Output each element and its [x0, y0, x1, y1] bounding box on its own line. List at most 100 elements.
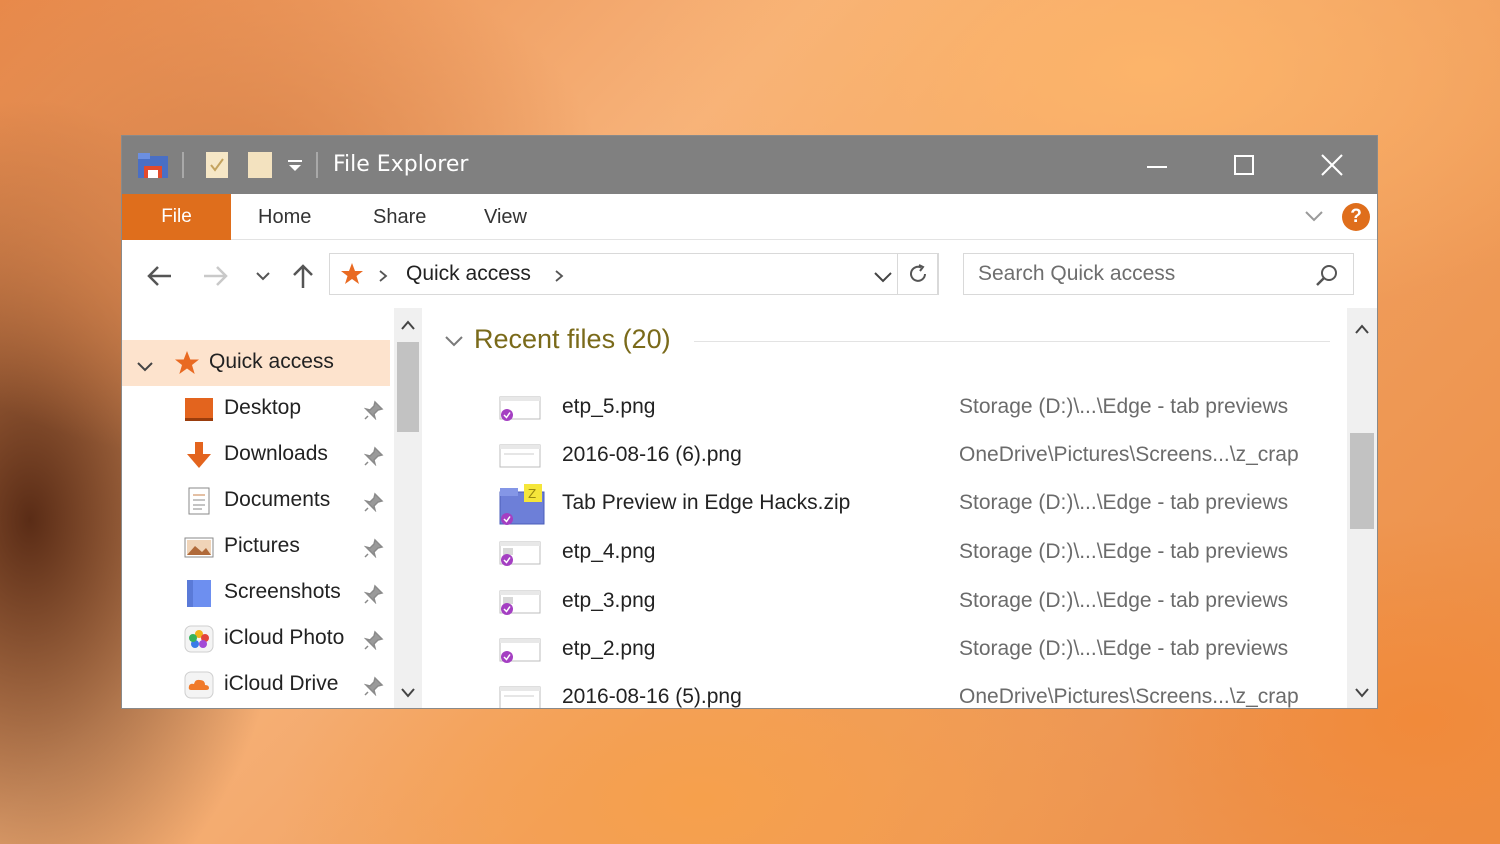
tab-view[interactable]: View	[484, 194, 527, 240]
file-name: Tab Preview in Edge Hacks.zip	[562, 491, 851, 514]
file-row[interactable]: etp_2.png Storage (D:)\...\Edge - tab pr…	[482, 626, 1332, 674]
file-row[interactable]: 2016-08-16 (6).png OneDrive\Pictures\Scr…	[482, 432, 1332, 480]
back-button[interactable]	[141, 259, 177, 293]
content-pane: Recent files (20) etp_5.png Storage (D:)…	[422, 308, 1350, 708]
nav-label: Pictures	[224, 534, 300, 557]
window-title: File Explorer	[333, 152, 469, 177]
pin-icon[interactable]	[363, 538, 384, 564]
nav-pane-scroll-thumb[interactable]	[397, 342, 419, 432]
quick-access-star-icon	[340, 262, 364, 290]
nav-item-screenshots[interactable]: Screenshots	[122, 570, 390, 616]
close-button[interactable]	[1288, 136, 1376, 194]
close-icon	[1321, 154, 1343, 176]
search-box[interactable]	[963, 253, 1354, 295]
image-file-icon	[498, 588, 542, 616]
pin-icon[interactable]	[363, 676, 384, 702]
svg-text:Z: Z	[528, 487, 536, 501]
scroll-down-icon[interactable]	[1354, 684, 1370, 703]
quick-access-star-icon	[174, 350, 200, 382]
group-header[interactable]: Recent files (20)	[474, 324, 671, 355]
minimize-icon	[1147, 166, 1167, 168]
documents-icon	[184, 487, 214, 515]
scroll-up-icon[interactable]	[400, 316, 416, 335]
icloud-photos-icon	[184, 625, 214, 653]
nav-label: Desktop	[224, 396, 302, 419]
pin-icon[interactable]	[363, 400, 384, 426]
up-button[interactable]	[285, 259, 321, 293]
forward-button[interactable]	[198, 259, 234, 293]
pin-icon[interactable]	[363, 630, 384, 656]
pin-icon[interactable]	[363, 584, 384, 610]
tab-file[interactable]: File	[122, 194, 231, 240]
nav-label: Downloads	[224, 442, 328, 465]
image-file-icon	[498, 539, 542, 567]
nav-item-desktop[interactable]: Desktop	[122, 386, 390, 432]
new-folder-icon[interactable]	[246, 150, 274, 184]
folder-app-icon[interactable]	[136, 150, 170, 184]
nav-item-downloads[interactable]: Downloads	[122, 432, 390, 478]
file-name: etp_2.png	[562, 637, 656, 660]
file-name: etp_4.png	[562, 540, 656, 563]
pictures-icon	[184, 533, 214, 561]
group-collapse-chevron-icon[interactable]	[444, 333, 464, 352]
pin-icon[interactable]	[363, 446, 384, 472]
navigation-pane: Quick access Desktop Downloads Documents	[122, 308, 422, 708]
nav-item-icloud-drive[interactable]: iCloud Drive	[122, 662, 390, 708]
tab-home[interactable]: Home	[258, 194, 311, 240]
nav-item-icloud-photo[interactable]: iCloud Photo	[122, 616, 390, 662]
file-name: 2016-08-16 (6).png	[562, 443, 742, 466]
file-name: etp_3.png	[562, 589, 656, 612]
icloud-drive-icon	[184, 671, 214, 699]
file-row[interactable]: etp_4.png Storage (D:)\...\Edge - tab pr…	[482, 529, 1332, 577]
file-row[interactable]: etp_3.png Storage (D:)\...\Edge - tab pr…	[482, 578, 1332, 626]
nav-label: iCloud Drive	[224, 672, 339, 695]
file-row[interactable]: Z Tab Preview in Edge Hacks.zip Storage …	[482, 480, 1332, 528]
file-row[interactable]: 2016-08-16 (5).png OneDrive\Pictures\Scr…	[482, 674, 1332, 708]
chevron-down-icon	[256, 272, 270, 281]
minimize-button[interactable]	[1113, 136, 1201, 194]
content-scrollbar[interactable]	[1347, 308, 1377, 708]
recent-locations-button[interactable]	[245, 259, 281, 293]
help-icon[interactable]: ?	[1342, 203, 1370, 231]
scroll-up-icon[interactable]	[1354, 320, 1370, 339]
image-file-icon	[498, 636, 542, 664]
refresh-button[interactable]	[897, 253, 939, 295]
pin-icon[interactable]	[363, 492, 384, 518]
breadcrumb-separator-icon[interactable]	[554, 268, 564, 287]
image-file-icon	[498, 442, 542, 470]
file-row[interactable]: etp_5.png Storage (D:)\...\Edge - tab pr…	[482, 384, 1332, 432]
group-divider	[694, 341, 1330, 342]
expand-ribbon-chevron-icon[interactable]	[1304, 208, 1324, 227]
file-explorer-window: File Explorer File Home Share View ? Qui…	[121, 135, 1378, 709]
collapse-chevron-icon[interactable]	[136, 356, 154, 380]
properties-icon[interactable]	[204, 150, 230, 184]
address-history-chevron-icon[interactable]	[873, 269, 893, 288]
breadcrumb-separator-icon[interactable]	[378, 268, 388, 287]
content-scroll-thumb[interactable]	[1350, 433, 1374, 529]
customize-qat-icon[interactable]	[286, 158, 304, 177]
forward-arrow-icon	[204, 266, 228, 286]
up-arrow-icon	[293, 264, 313, 288]
search-icon[interactable]	[1315, 263, 1339, 291]
file-name: 2016-08-16 (5).png	[562, 685, 742, 708]
scroll-down-icon[interactable]	[400, 684, 416, 703]
file-location: OneDrive\Pictures\Screens...\z_crap	[959, 685, 1299, 708]
breadcrumb-quick-access[interactable]: Quick access	[406, 262, 531, 286]
nav-pane-scrollbar[interactable]	[394, 308, 422, 708]
nav-item-pictures[interactable]: Pictures	[122, 524, 390, 570]
nav-label: Documents	[224, 488, 331, 511]
ribbon-tabs: File Home Share View	[122, 194, 1377, 240]
address-bar[interactable]: Quick access	[329, 253, 938, 295]
image-file-icon	[498, 394, 542, 422]
back-arrow-icon	[147, 266, 171, 286]
file-location: Storage (D:)\...\Edge - tab previews	[959, 540, 1289, 563]
nav-root-label: Quick access	[209, 350, 334, 373]
file-location: Storage (D:)\...\Edge - tab previews	[959, 491, 1289, 514]
nav-label: iCloud Photo	[224, 626, 345, 649]
nav-label: Screenshots	[224, 580, 341, 603]
maximize-button[interactable]	[1200, 136, 1288, 194]
search-input[interactable]	[978, 260, 1298, 288]
nav-item-quick-access[interactable]: Quick access	[122, 340, 390, 386]
tab-share[interactable]: Share	[373, 194, 426, 240]
nav-item-documents[interactable]: Documents	[122, 478, 390, 524]
